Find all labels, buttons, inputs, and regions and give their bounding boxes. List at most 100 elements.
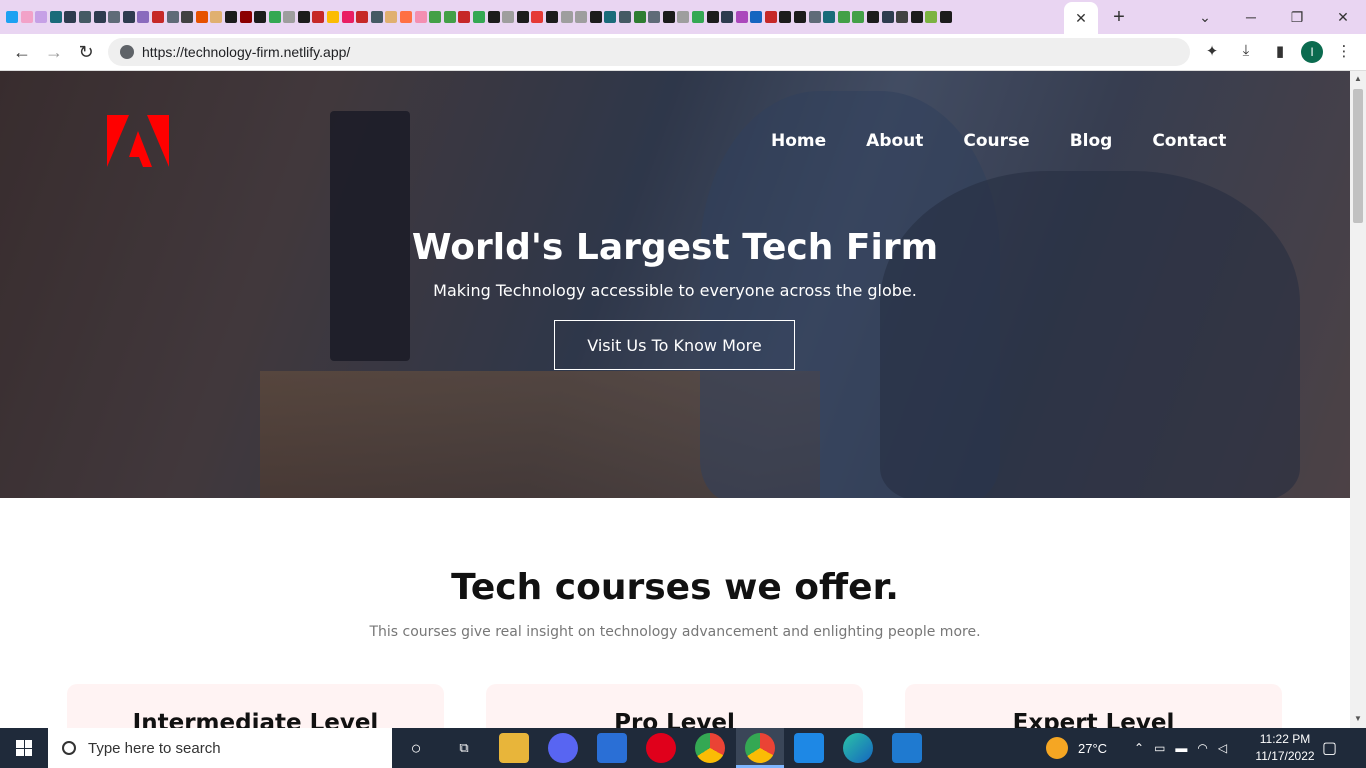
- opera-icon[interactable]: [646, 733, 676, 763]
- tab-favicon-icon[interactable]: [283, 11, 296, 23]
- tab-favicon-icon[interactable]: [210, 11, 223, 23]
- tab-favicon-icon[interactable]: [20, 11, 33, 23]
- tab-favicon-icon[interactable]: [166, 11, 179, 23]
- tab-favicon-icon[interactable]: [910, 11, 923, 23]
- vscode-icon[interactable]: [892, 733, 922, 763]
- tab-favicon-icon[interactable]: [837, 11, 850, 23]
- tab-favicon-icon[interactable]: [151, 11, 164, 23]
- tab-favicon-icon[interactable]: [181, 11, 194, 23]
- reload-button[interactable]: ↻: [74, 40, 98, 64]
- file-explorer-icon[interactable]: [499, 733, 529, 763]
- tab-favicon-icon[interactable]: [896, 11, 909, 23]
- nav-blog[interactable]: Blog: [1070, 131, 1113, 151]
- address-bar[interactable]: https://technology-firm.netlify.app/: [108, 38, 1190, 66]
- close-tab-icon[interactable]: ✕: [1075, 10, 1087, 27]
- tab-favicon-icon[interactable]: [370, 11, 383, 23]
- nav-course[interactable]: Course: [963, 131, 1029, 151]
- tab-favicon-icon[interactable]: [122, 11, 135, 23]
- tab-favicon-icon[interactable]: [604, 11, 617, 23]
- course-card-expert[interactable]: Expert Level: [905, 684, 1282, 728]
- tab-favicon-icon[interactable]: [808, 11, 821, 23]
- url-text[interactable]: https://technology-firm.netlify.app/: [142, 44, 350, 60]
- tab-favicon-icon[interactable]: [662, 11, 675, 23]
- tab-favicon-icon[interactable]: [852, 11, 865, 23]
- tab-favicon-icon[interactable]: [794, 11, 807, 23]
- tab-favicon-icon[interactable]: [560, 11, 573, 23]
- extensions-icon[interactable]: ✦: [1202, 42, 1222, 62]
- close-window-button[interactable]: ✕: [1320, 0, 1366, 34]
- edge-icon[interactable]: [843, 733, 873, 763]
- forward-button[interactable]: →: [42, 40, 66, 64]
- active-tab[interactable]: ✕: [1064, 2, 1098, 34]
- nav-home[interactable]: Home: [771, 131, 826, 151]
- wifi-icon[interactable]: ◠: [1197, 741, 1207, 755]
- meet-icon[interactable]: ▭: [1154, 741, 1165, 755]
- minimize-button[interactable]: ─: [1228, 0, 1274, 34]
- profile-avatar[interactable]: I: [1301, 41, 1323, 63]
- chrome-icon[interactable]: [695, 733, 725, 763]
- tab-favicon-icon[interactable]: [648, 11, 661, 23]
- discord-icon[interactable]: [548, 733, 578, 763]
- tab-favicon-icon[interactable]: [589, 11, 602, 23]
- tab-favicon-icon[interactable]: [312, 11, 325, 23]
- tab-favicon-icon[interactable]: [356, 11, 369, 23]
- tab-favicon-icon[interactable]: [254, 11, 267, 23]
- tab-favicon-icon[interactable]: [881, 11, 894, 23]
- tab-favicon-icon[interactable]: [64, 11, 77, 23]
- taskbar-clock[interactable]: 11:22 PM 11/17/2022: [1249, 731, 1321, 765]
- chevron-up-icon[interactable]: ⌃: [1134, 741, 1144, 755]
- tab-favicon-icon[interactable]: [721, 11, 734, 23]
- tab-favicon-icon[interactable]: [400, 11, 413, 23]
- weather-widget[interactable]: 27°C: [1046, 728, 1107, 768]
- tab-favicon-icon[interactable]: [575, 11, 588, 23]
- notification-icon[interactable]: ▢: [1322, 728, 1337, 768]
- tab-favicon-icon[interactable]: [35, 11, 48, 23]
- page-scrollbar[interactable]: ▲ ▼: [1350, 71, 1366, 728]
- tab-favicon-icon[interactable]: [750, 11, 763, 23]
- download-icon[interactable]: ⤓: [1236, 42, 1256, 62]
- nav-about[interactable]: About: [866, 131, 923, 151]
- tab-favicon-icon[interactable]: [487, 11, 500, 23]
- tab-favicon-icon[interactable]: [137, 11, 150, 23]
- tab-favicon-icon[interactable]: [385, 11, 398, 23]
- store-icon[interactable]: [597, 733, 627, 763]
- tab-favicon-icon[interactable]: [531, 11, 544, 23]
- tab-favicon-icon[interactable]: [414, 11, 427, 23]
- scroll-thumb[interactable]: [1353, 89, 1363, 223]
- tab-favicon-icon[interactable]: [473, 11, 485, 23]
- tab-favicon-icon[interactable]: [341, 11, 354, 23]
- tab-favicon-icon[interactable]: [108, 11, 121, 23]
- visit-us-button[interactable]: Visit Us To Know More: [554, 320, 795, 370]
- side-panel-icon[interactable]: ▮: [1270, 42, 1290, 62]
- tab-favicon-icon[interactable]: [925, 11, 938, 23]
- tab-favicon-icon[interactable]: [49, 11, 62, 23]
- tab-favicon-icon[interactable]: [545, 11, 558, 23]
- tab-favicon-icon[interactable]: [633, 11, 646, 23]
- tab-search-icon[interactable]: ⌄: [1182, 0, 1228, 34]
- tab-favicon-icon[interactable]: [443, 11, 456, 23]
- chrome-profile-icon[interactable]: [745, 733, 775, 763]
- start-button[interactable]: [0, 728, 48, 768]
- new-tab-button[interactable]: +: [1108, 6, 1130, 28]
- tab-favicon-icon[interactable]: [618, 11, 631, 23]
- tab-favicon-icon[interactable]: [6, 11, 18, 23]
- course-card-intermediate[interactable]: Intermediate Level: [67, 684, 444, 728]
- tab-favicon-icon[interactable]: [429, 11, 442, 23]
- nav-contact[interactable]: Contact: [1152, 131, 1226, 151]
- brand-logo[interactable]: [107, 115, 169, 167]
- tab-favicon-icon[interactable]: [691, 11, 704, 23]
- mail-icon[interactable]: [794, 733, 824, 763]
- taskbar-search[interactable]: Type here to search: [48, 728, 392, 768]
- tab-favicon-icon[interactable]: [779, 11, 792, 23]
- tab-favicon-icon[interactable]: [516, 11, 529, 23]
- volume-icon[interactable]: ◁: [1218, 741, 1227, 755]
- tab-favicon-icon[interactable]: [502, 11, 515, 23]
- tab-favicon-icon[interactable]: [297, 11, 310, 23]
- tab-favicon-icon[interactable]: [764, 11, 777, 23]
- tab-favicon-icon[interactable]: [239, 11, 252, 23]
- tab-favicon-icon[interactable]: [327, 11, 340, 23]
- tab-favicon-icon[interactable]: [195, 11, 208, 23]
- task-view-icon[interactable]: ⧉: [449, 733, 479, 763]
- tab-favicon-icon[interactable]: [867, 11, 880, 23]
- back-button[interactable]: ←: [10, 40, 34, 64]
